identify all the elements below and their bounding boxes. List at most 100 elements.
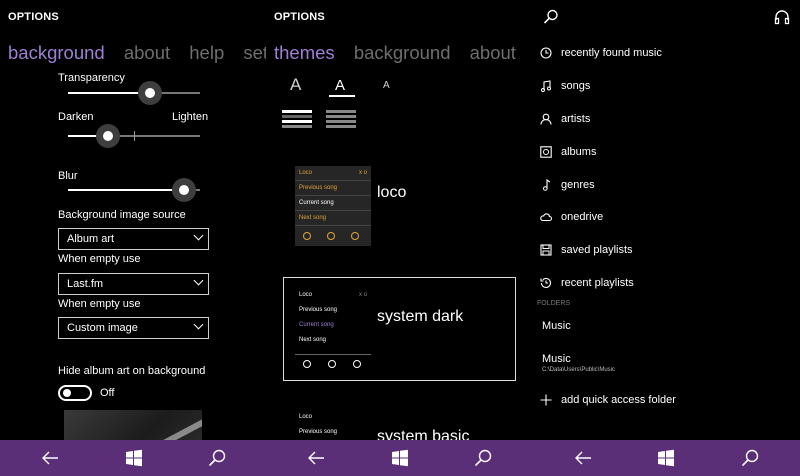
back-arrow-icon[interactable] (40, 448, 60, 468)
menu-label: recently found music (561, 47, 662, 59)
slider-thumb[interactable] (144, 88, 155, 98)
empty-use-select-1[interactable]: Last.fm (58, 273, 209, 295)
circle-icon (351, 232, 359, 240)
menu-recently-found[interactable]: recently found music (540, 43, 662, 63)
menu-label: artists (561, 113, 591, 125)
slider-fill (68, 189, 185, 191)
windows-logo-icon[interactable] (656, 448, 676, 468)
pivot-tabs: background about help setti (8, 42, 266, 64)
menu-artists[interactable]: artists (540, 109, 590, 129)
headphones-icon[interactable] (774, 9, 790, 25)
card-title-row: Loco x o (295, 166, 371, 181)
theme-card-loco[interactable]: Loco x o Previous song Current song Next… (295, 166, 371, 246)
menu-label: genres (561, 179, 595, 191)
menu-label: recent playlists (561, 277, 634, 289)
menu-label: onedrive (561, 211, 604, 223)
menu-songs[interactable]: songs (540, 76, 590, 96)
darken-lighten-slider[interactable] (68, 124, 200, 148)
windows-logo-icon[interactable] (390, 448, 410, 468)
tab-background[interactable]: background (354, 42, 451, 63)
hide-art-toggle[interactable] (58, 385, 92, 401)
darken-label: Darken (58, 111, 94, 123)
circle-icon (303, 232, 311, 240)
font-size-medium[interactable]: A (335, 77, 345, 94)
search-icon[interactable] (207, 448, 227, 468)
layout-spaced-icon[interactable] (282, 110, 312, 130)
transparency-slider[interactable] (68, 81, 200, 105)
clock-icon (540, 47, 552, 59)
back-arrow-icon[interactable] (306, 448, 326, 468)
font-size-small[interactable]: A (383, 80, 390, 91)
card-row: Current song (299, 322, 334, 328)
card-row: Current song (295, 196, 371, 211)
theme-name-loco[interactable]: loco (377, 184, 406, 202)
blur-label: Blur (58, 170, 78, 182)
chevron-down-icon (193, 230, 204, 241)
circle-icon (328, 360, 336, 368)
options-title: OPTIONS (274, 11, 325, 23)
options-title: OPTIONS (8, 11, 59, 23)
empty-use-label-1: When empty use (58, 253, 141, 265)
menu-saved-playlists[interactable]: saved playlists (540, 240, 633, 260)
card-title: Loco (299, 170, 313, 176)
card-row: Next song (295, 211, 371, 226)
empty-use-select-2[interactable]: Custom image (58, 317, 209, 339)
layout-compact-icon[interactable] (326, 110, 356, 130)
menu-label: albums (561, 146, 597, 158)
menu-onedrive[interactable]: onedrive (540, 207, 603, 227)
save-icon (540, 244, 552, 256)
search-icon[interactable] (740, 448, 760, 468)
card-row: Previous song (299, 429, 338, 435)
circle-icon (327, 232, 335, 240)
add-folder-label: add quick access folder (561, 394, 676, 406)
theme-card-system-basic[interactable]: Loco Previous song (295, 410, 371, 440)
menu-albums[interactable]: albums (540, 142, 596, 162)
folder-music-2[interactable]: Music (542, 353, 571, 365)
transparency-label: Transparency (58, 72, 125, 84)
music-note-icon (541, 80, 551, 92)
card-title: Loco (299, 414, 313, 420)
add-quick-access-folder[interactable]: add quick access folder (540, 390, 676, 410)
background-preview-image (64, 410, 202, 440)
card-controls: x o (358, 170, 367, 176)
card-title: Loco (299, 292, 313, 298)
card-title-row: Loco x o (295, 288, 371, 303)
bg-source-value: Album art (67, 233, 115, 245)
tab-settings[interactable]: setti (243, 42, 266, 63)
history-icon (540, 277, 552, 289)
blur-slider[interactable] (68, 178, 200, 202)
font-size-large[interactable]: A (290, 75, 301, 95)
theme-card-system-dark[interactable]: Loco x o Previous song Current song Next… (295, 288, 371, 368)
folder-path: C:\Data\Users\Public\Music (542, 367, 616, 373)
empty-use-value-2: Custom image (67, 322, 138, 334)
search-icon[interactable] (473, 448, 493, 468)
tab-background[interactable]: background (8, 42, 105, 63)
menu-recent-playlists[interactable]: recent playlists (540, 273, 634, 293)
windows-logo-icon[interactable] (124, 448, 144, 468)
folders-header: FOLDERS (537, 300, 571, 307)
font-selected-underline (329, 95, 355, 97)
chevron-down-icon (193, 319, 204, 330)
tab-about[interactable]: about (470, 42, 516, 63)
tab-help[interactable]: help (189, 42, 224, 63)
tab-themes[interactable]: themes (274, 42, 335, 63)
card-playback-controls (295, 232, 371, 242)
slider-thumb[interactable] (102, 131, 113, 141)
bg-source-select[interactable]: Album art (58, 228, 209, 250)
folder-music-1[interactable]: Music (542, 320, 571, 332)
plus-icon (540, 394, 552, 406)
empty-use-value-1: Last.fm (67, 278, 104, 290)
circle-icon (353, 360, 361, 368)
options-background-screen: OPTIONS background about help setti Tran… (0, 0, 266, 440)
hide-art-label: Hide album art on background (58, 365, 206, 377)
search-icon[interactable] (543, 9, 559, 25)
pivot-tabs: themes background about he (274, 42, 533, 64)
theme-name-system-dark[interactable]: system dark (377, 308, 463, 326)
card-row: Previous song (299, 307, 338, 313)
circle-icon (303, 360, 311, 368)
bg-source-label: Background image source (58, 209, 186, 221)
back-arrow-icon[interactable] (573, 448, 593, 468)
person-icon (540, 113, 552, 125)
tab-about[interactable]: about (124, 42, 170, 63)
menu-genres[interactable]: genres (540, 175, 595, 195)
